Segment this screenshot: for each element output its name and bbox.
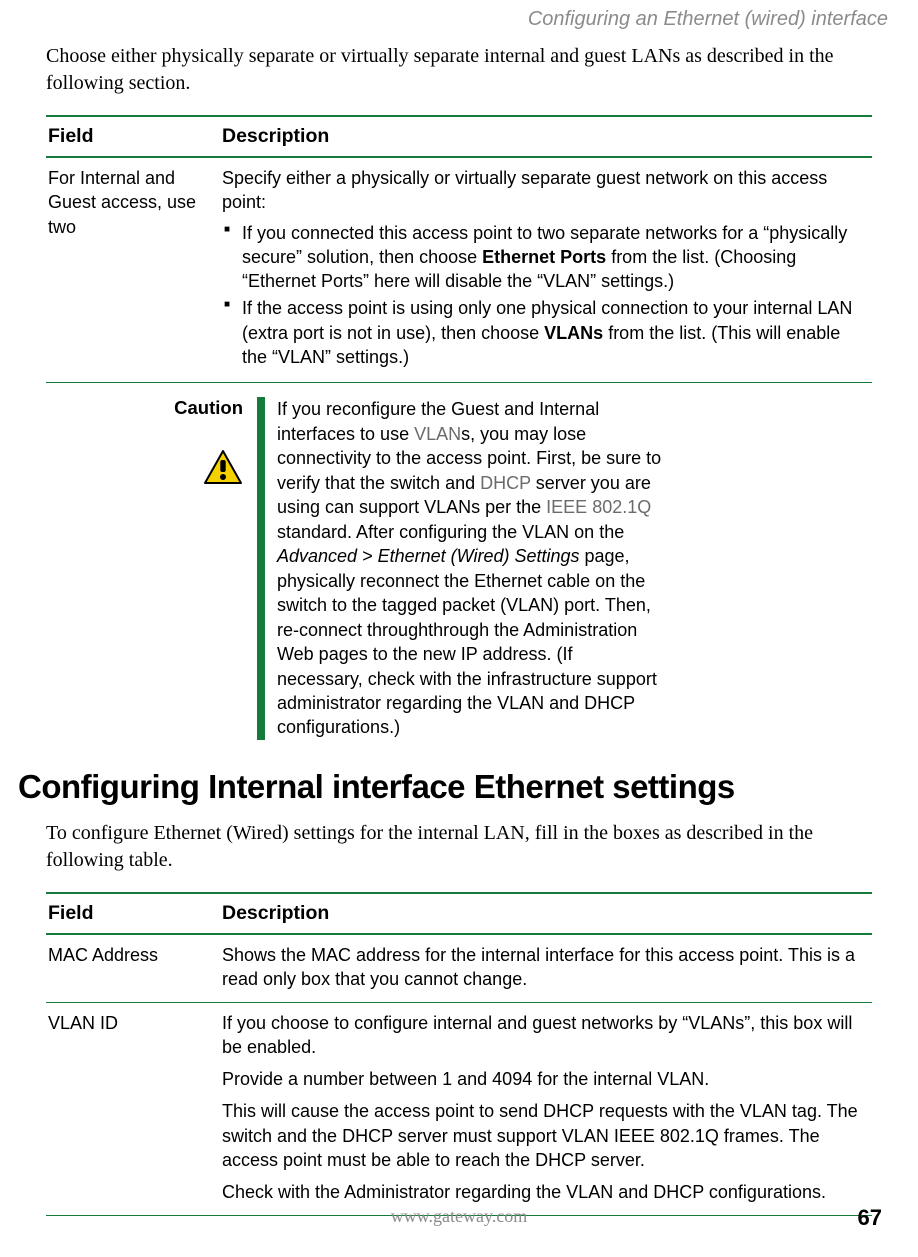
field-description-table-1: Field Description For Internal and Guest… (46, 115, 872, 383)
table2-row0-desc: Shows the MAC address for the internal i… (220, 934, 872, 1002)
table2-row1-para3: Check with the Administrator regarding t… (222, 1182, 826, 1202)
table1-row0-bullets: If you connected this access point to tw… (222, 221, 866, 370)
intro-paragraph-1: Choose either physically separate or vir… (46, 43, 872, 97)
caution-icon (152, 449, 257, 492)
intro-paragraph-2: To configure Ethernet (Wired) settings f… (46, 820, 872, 874)
section-heading: Configuring Internal interface Ethernet … (18, 768, 878, 806)
table1-row0-desc-lead: Specify either a physically or virtually… (222, 168, 827, 212)
table1-row0-field: For Internal and Guest access, use two (46, 157, 220, 383)
table2-row0-field: MAC Address (46, 934, 220, 1002)
table2-header-field: Field (46, 893, 220, 934)
caution-body: If you reconfigure the Guest and Interna… (265, 397, 662, 740)
table2-row1-para1: Provide a number between 1 and 4094 for … (222, 1069, 709, 1089)
caution-callout: Caution If you reconfigure the Guest and… (152, 397, 872, 740)
table2-row0-para0: Shows the MAC address for the internal i… (222, 945, 855, 989)
footer: www.gateway.com (0, 1206, 918, 1227)
footer-url: www.gateway.com (391, 1206, 528, 1227)
caution-text: page, physically reconnect the Ethernet … (277, 546, 657, 737)
bullet-text-bold: Ethernet Ports (482, 247, 606, 267)
caution-link-ieee: IEEE (546, 497, 587, 517)
caution-link-vlan: VLAN (414, 424, 461, 444)
caution-link-8021q: 802.1Q (592, 497, 651, 517)
running-header: Configuring an Ethernet (wired) interfac… (40, 8, 888, 31)
field-description-table-2: Field Description MAC Address Shows the … (46, 892, 872, 1216)
list-item: If you connected this access point to tw… (222, 221, 866, 294)
bullet-text-bold: VLANs (544, 323, 603, 343)
caution-text: standard. After configuring the VLAN on … (277, 522, 624, 542)
table1-header-description: Description (220, 116, 872, 157)
table2-row1-desc: If you choose to configure internal and … (220, 1002, 872, 1215)
caution-bar (257, 397, 265, 740)
list-item: If the access point is using only one ph… (222, 296, 866, 369)
page-number: 67 (858, 1205, 882, 1231)
table1-row0-desc: Specify either a physically or virtually… (220, 157, 872, 383)
caution-text-italic: Advanced > Ethernet (Wired) Settings (277, 546, 580, 566)
table2-row1-field: VLAN ID (46, 1002, 220, 1215)
caution-link-dhcp: DHCP (480, 473, 531, 493)
table1-header-field: Field (46, 116, 220, 157)
table2-row1-para0: If you choose to configure internal and … (222, 1013, 852, 1057)
caution-label: Caution (152, 397, 257, 419)
table2-header-description: Description (220, 893, 872, 934)
table2-row1-para2: This will cause the access point to send… (222, 1101, 858, 1170)
